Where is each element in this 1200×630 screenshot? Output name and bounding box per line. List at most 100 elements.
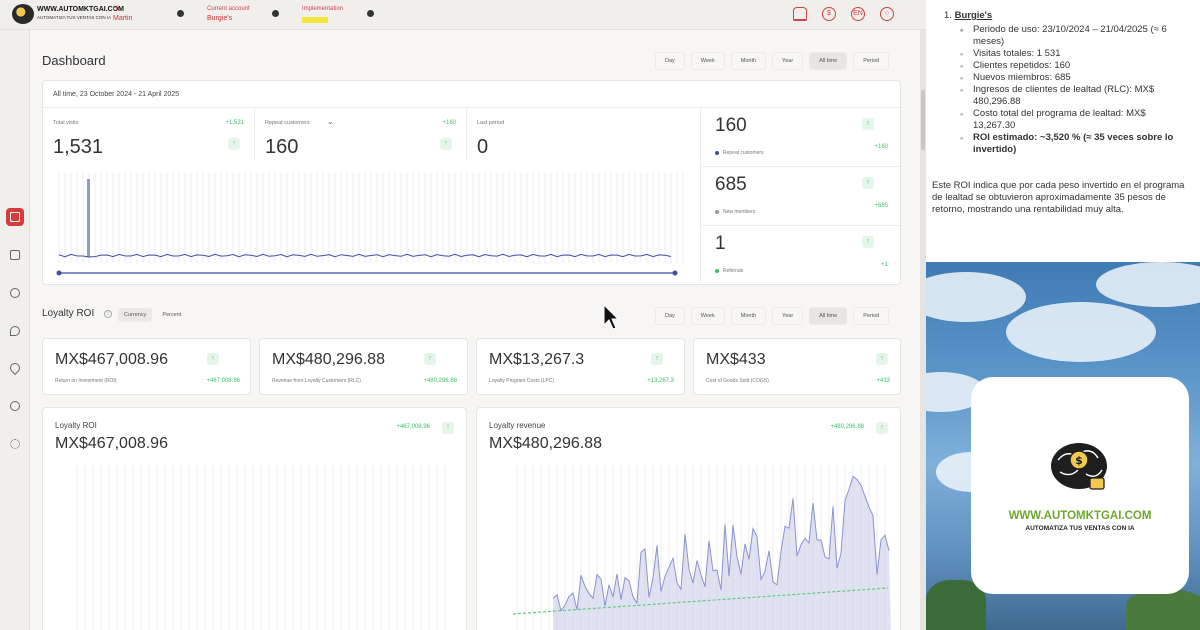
loyalty-revenue-chart-card[interactable]: Loyalty revenue MX$480,296.88 +480,296.8… bbox=[476, 407, 901, 630]
user-icon[interactable]: ○ bbox=[880, 7, 894, 21]
trend-up-icon: ↑ bbox=[862, 118, 874, 130]
note-list: Periodo de uso: 23/10/2024 – 21/04/2025 … bbox=[958, 24, 1182, 156]
logo-title: WWW.AUTOMKTGAI.COM bbox=[37, 6, 124, 13]
note-panel: 1. Burgie's Periodo de uso: 23/10/2024 –… bbox=[926, 0, 1200, 262]
sidebar bbox=[0, 30, 30, 630]
location-icon[interactable] bbox=[6, 359, 24, 377]
brand-tagline: AUTOMATIZA TUS VENTAS CON IA bbox=[1025, 525, 1135, 532]
legend-dot bbox=[715, 210, 719, 214]
visits-chart[interactable] bbox=[55, 173, 685, 278]
main-content: Dashboard Day Week Month Year All time Period… bbox=[30, 30, 920, 630]
info-icon[interactable]: i bbox=[104, 310, 112, 318]
roi-card[interactable]: MX$467,008.96 ↑ Return on Investment (RO… bbox=[42, 338, 251, 395]
user-name: Martin bbox=[113, 15, 133, 22]
toggle-percent[interactable]: Percent bbox=[156, 308, 187, 322]
implementation-status[interactable]: Implementation bbox=[302, 4, 343, 24]
note-paragraph: Este ROI indica que por cada peso invert… bbox=[932, 180, 1185, 215]
range-slider-start-handle[interactable] bbox=[56, 270, 62, 276]
trend-up-icon: ↑ bbox=[862, 177, 874, 189]
range-tab-week[interactable]: Week bbox=[690, 307, 725, 325]
trend-up-icon: ↑ bbox=[228, 138, 240, 150]
stat-last-period[interactable]: Last period 0 bbox=[467, 108, 689, 160]
range-slider-end-handle[interactable] bbox=[672, 270, 678, 276]
metric-repeat-customers[interactable]: 160 ↑ Repeat customers +160 bbox=[701, 108, 900, 167]
loyalty-roi-chart-card[interactable]: Loyalty ROI MX$467,008.96 +467,008.96 ↑ bbox=[42, 407, 467, 630]
trend-up-icon: ↑ bbox=[862, 236, 874, 248]
chart-gridlines bbox=[76, 466, 446, 630]
visits-peak-bar bbox=[87, 179, 90, 257]
note-item: Clientes repetidos: 160 bbox=[958, 60, 1182, 72]
separator-dot bbox=[272, 10, 279, 17]
metric-new-members[interactable]: 685 ↑ New members +685 bbox=[701, 167, 900, 226]
separator-dot bbox=[177, 10, 184, 17]
team-icon[interactable] bbox=[6, 397, 24, 415]
range-tab-week[interactable]: Week bbox=[690, 52, 725, 70]
loyalty-revenue-chart[interactable] bbox=[513, 466, 893, 630]
range-tab-all-time[interactable]: All time bbox=[809, 52, 848, 70]
range-tab-month[interactable]: Month bbox=[730, 307, 767, 325]
trend-up-icon: ↑ bbox=[876, 353, 888, 365]
settings-icon[interactable] bbox=[6, 435, 24, 453]
brand-name: WWW.AUTOMKTGAI.COM bbox=[1008, 510, 1152, 522]
range-tab-period[interactable]: Period bbox=[853, 307, 890, 325]
greeting: Hi Martin bbox=[113, 6, 133, 22]
trend-up-icon: ↑ bbox=[442, 422, 454, 434]
chevron-down-icon[interactable]: ⌄ bbox=[327, 117, 334, 126]
note-item: Costo total del programa de lealtad: MX$… bbox=[958, 108, 1182, 132]
range-tab-day[interactable]: Day bbox=[655, 52, 685, 70]
trend-up-icon: ↑ bbox=[876, 422, 888, 434]
trend-up-icon: ↑ bbox=[440, 138, 452, 150]
range-tab-all-time[interactable]: All time bbox=[809, 307, 848, 325]
chat-icon[interactable] bbox=[6, 322, 24, 340]
svg-text:$: $ bbox=[1075, 454, 1083, 467]
lpc-card[interactable]: MX$13,267.3 ↑ Loyalty Program Costs (LPC… bbox=[476, 338, 685, 395]
dashboard-range-tabs: Day Week Month Year All time Period bbox=[655, 52, 890, 70]
note-item: ROI estimado: ~3,520 % (≈ 35 veces sobre… bbox=[958, 132, 1182, 156]
implementation-bar bbox=[302, 17, 328, 23]
trend-up-icon: ↑ bbox=[651, 353, 663, 365]
legend-dot bbox=[715, 269, 719, 273]
note-item: Visitas totales: 1 531 bbox=[958, 48, 1182, 60]
top-bar: WWW.AUTOMKTGAI.COM AUTOMATIZA TUS VENTAS… bbox=[0, 0, 926, 30]
dollar-icon[interactable]: $ bbox=[822, 7, 836, 21]
cogs-card[interactable]: MX$433 ↑ Cost of Goods Sold (COGS) +433 bbox=[693, 338, 901, 395]
legend-dot bbox=[715, 151, 719, 155]
stat-repeat-customers[interactable]: Repeat customers ⌄ +160 ↑ 160 bbox=[255, 108, 467, 160]
language-icon[interactable]: EN bbox=[851, 7, 865, 21]
loyalty-roi-chart[interactable] bbox=[73, 466, 453, 630]
range-tab-period[interactable]: Period bbox=[853, 52, 890, 70]
revenue-area bbox=[553, 476, 891, 630]
receipt-icon[interactable] bbox=[6, 246, 24, 264]
metric-referrals[interactable]: 1 ↑ Referrals +1 bbox=[701, 226, 900, 285]
stat-total-visits[interactable]: Total visits +1,531 ↑ 1,531 bbox=[43, 108, 255, 160]
account-selector[interactable]: Current account Burgie's bbox=[207, 4, 250, 24]
trend-up-icon: ↑ bbox=[424, 353, 436, 365]
currency-percent-toggle: Currency Percent bbox=[118, 308, 187, 322]
loyalty-range-tabs: Day Week Month Year All time Period bbox=[655, 307, 890, 325]
app-logo[interactable]: WWW.AUTOMKTGAI.COM AUTOMATIZA TUS VENTAS… bbox=[12, 4, 124, 24]
note-item: Periodo de uso: 23/10/2024 – 21/04/2025 … bbox=[958, 24, 1182, 48]
dashboard-card: All time, 23 October 2024 - 21 April 202… bbox=[42, 80, 901, 285]
range-tab-year[interactable]: Year bbox=[772, 52, 804, 70]
brain-money-logo-icon: $ bbox=[1051, 443, 1107, 490]
page-title: Dashboard bbox=[42, 53, 106, 68]
loyalty-roi-title: Loyalty ROI bbox=[42, 308, 95, 319]
logo-tagline: AUTOMATIZA TUS VENTAS CON IA bbox=[37, 15, 112, 20]
range-tab-month[interactable]: Month bbox=[730, 52, 767, 70]
range-tab-year[interactable]: Year bbox=[772, 307, 804, 325]
mouse-cursor-icon bbox=[603, 304, 619, 330]
users-icon[interactable] bbox=[6, 284, 24, 302]
range-tab-day[interactable]: Day bbox=[655, 307, 685, 325]
separator-dot bbox=[367, 10, 374, 17]
note-item: Ingresos de clientes de lealtad (RLC): M… bbox=[958, 84, 1182, 108]
bell-icon[interactable] bbox=[793, 7, 807, 21]
toggle-currency[interactable]: Currency bbox=[118, 308, 153, 322]
brain-logo-icon bbox=[12, 4, 34, 24]
rlc-card[interactable]: MX$480,296.88 ↑ Revenue from Loyalty Cus… bbox=[259, 338, 468, 395]
account-name: Burgie's bbox=[207, 15, 233, 22]
trend-up-icon: ↑ bbox=[207, 353, 219, 365]
chart-gridlines bbox=[58, 173, 684, 263]
side-metrics: 160 ↑ Repeat customers +160 685 ↑ New me… bbox=[700, 108, 900, 283]
home-icon[interactable] bbox=[6, 208, 24, 226]
note-item: Nuevos miembros: 685 bbox=[958, 72, 1182, 84]
